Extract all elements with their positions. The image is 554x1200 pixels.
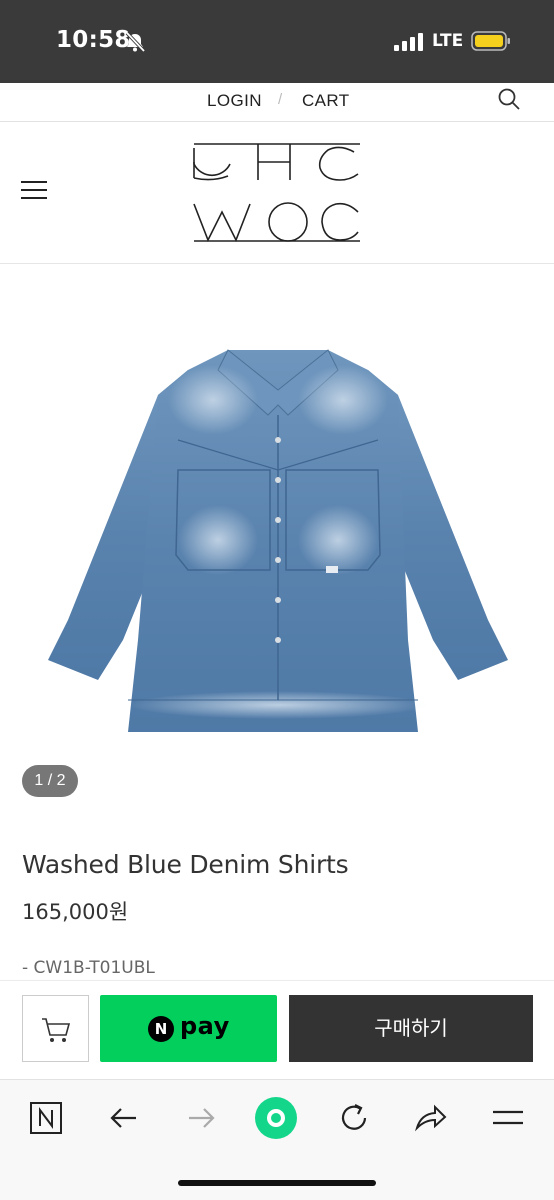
product-name: Washed Blue Denim Shirts	[22, 850, 349, 879]
cart-link[interactable]: CART	[302, 91, 350, 111]
product-image[interactable]	[38, 340, 516, 740]
battery-icon	[471, 31, 510, 51]
signal-icon	[394, 33, 423, 51]
product-code: - CW1B-T01UBL	[22, 958, 155, 978]
status-bar: 10:58 LTE	[0, 0, 554, 83]
separator: /	[278, 91, 283, 108]
menu-lines-icon[interactable]	[490, 1100, 526, 1136]
naver-n-badge: N	[148, 1016, 174, 1042]
product-price: 165,000원	[22, 900, 129, 924]
image-pager-badge: 1 / 2	[22, 765, 78, 797]
forward-arrow-icon[interactable]	[183, 1100, 219, 1136]
cart-icon	[42, 1018, 71, 1042]
back-arrow-icon[interactable]	[106, 1100, 142, 1136]
purchase-action-bar: N pay 구매하기	[0, 980, 554, 1078]
share-icon[interactable]	[413, 1100, 449, 1136]
site-header	[0, 122, 554, 264]
home-indicator	[178, 1180, 376, 1186]
status-time: 10:58	[56, 27, 131, 53]
green-dot-icon[interactable]	[254, 1096, 298, 1140]
bell-muted-icon	[125, 31, 146, 53]
utility-bar: LOGIN / CART	[0, 83, 554, 122]
login-link[interactable]: LOGIN	[207, 91, 262, 111]
naver-pay-button[interactable]: N pay	[100, 995, 277, 1062]
refresh-icon[interactable]	[336, 1100, 372, 1136]
naver-n-icon[interactable]	[28, 1100, 64, 1136]
network-label: LTE	[432, 31, 464, 51]
hamburger-menu-icon[interactable]	[20, 178, 48, 202]
brand-logo[interactable]	[192, 142, 362, 246]
npay-label: pay	[180, 1012, 230, 1040]
add-to-cart-button[interactable]	[22, 995, 89, 1062]
search-icon[interactable]	[497, 87, 521, 113]
buy-now-button[interactable]: 구매하기	[289, 995, 533, 1062]
